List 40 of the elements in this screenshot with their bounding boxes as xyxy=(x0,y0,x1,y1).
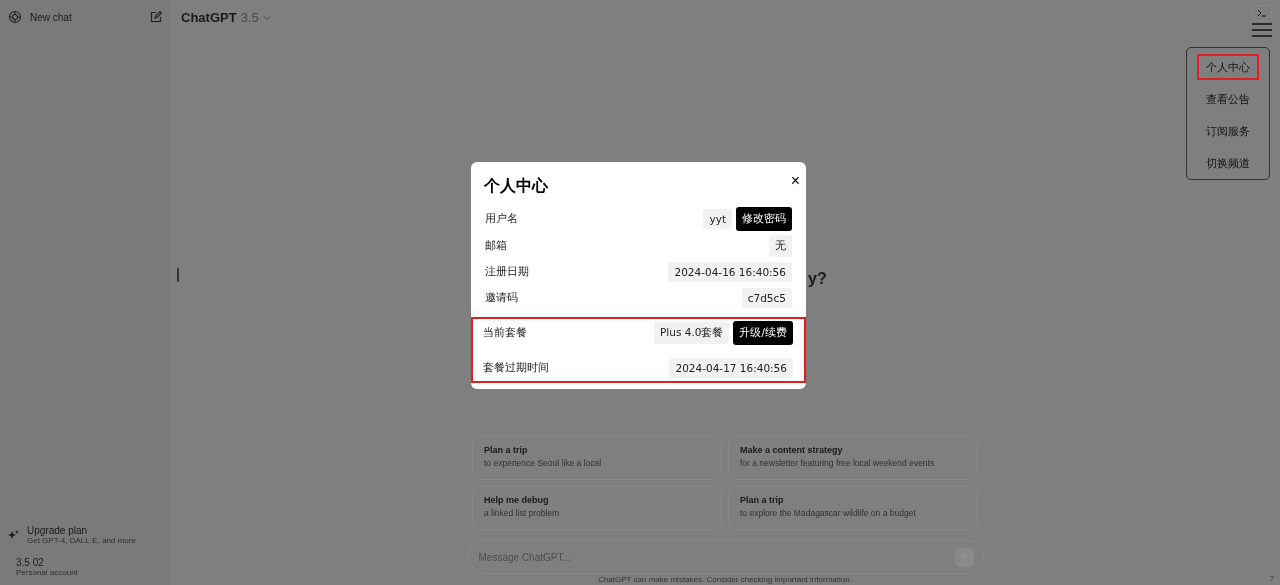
field-label: 当前套餐 xyxy=(483,326,527,340)
menu-icon[interactable] xyxy=(1252,23,1272,37)
account-name[interactable]: 3.5 02 xyxy=(16,557,78,568)
upgrade-plan-title[interactable]: Upgrade plan xyxy=(27,525,136,536)
field-value: 2024-04-16 16:40:56 xyxy=(668,262,792,282)
logo-icon xyxy=(8,10,22,24)
field-label: 用户名 xyxy=(485,212,518,226)
suggestion-card[interactable]: Plan a trip to explore the Madagascar wildlife on a budget xyxy=(728,486,978,530)
field-label: 邮箱 xyxy=(485,239,507,253)
sidebar-toggle-handle[interactable] xyxy=(177,268,179,282)
field-label: 套餐过期时间 xyxy=(483,361,549,375)
new-chat-link[interactable]: New chat xyxy=(30,11,72,23)
action-button[interactable]: 升级/续费 xyxy=(733,321,793,345)
suggestion-card[interactable]: Help me debug a linked list problem xyxy=(472,486,722,530)
heading-text: y? xyxy=(808,270,827,288)
account-type: Personal account xyxy=(16,568,78,577)
close-button[interactable]: × xyxy=(790,172,800,190)
suggestion-card[interactable]: Make a content strategy for a newsletter featuring free local weekend events xyxy=(728,436,978,480)
chevron-down-icon xyxy=(262,14,271,21)
edit-icon[interactable] xyxy=(150,11,162,23)
field-value: 2024-04-17 16:40:56 xyxy=(669,358,793,378)
suggestion-card[interactable]: Plan a trip to experience Seoul like a local xyxy=(472,436,722,480)
field-value: c7d5c5 xyxy=(741,288,792,308)
sparkle-icon xyxy=(8,529,19,541)
action-button[interactable]: 修改密码 xyxy=(736,207,792,231)
menu-item[interactable]: 订阅服务 xyxy=(1197,118,1259,144)
field-label: 注册日期 xyxy=(485,265,529,279)
field-label: 邀请码 xyxy=(485,291,518,305)
menu-item[interactable]: 个人中心 xyxy=(1197,54,1259,80)
upgrade-plan-subtitle: Get GPT-4, DALL·E, and more xyxy=(27,536,136,545)
dialog-title: 个人中心 xyxy=(484,176,549,197)
disclaimer-text: ChatGPT can make mistakes. Consider checking important information. xyxy=(598,575,852,585)
help-button[interactable]: ? xyxy=(1269,574,1274,583)
field-value: yyt xyxy=(703,209,732,229)
field-value: Plus 4.0套餐 xyxy=(654,322,730,344)
terminal-icon xyxy=(1257,9,1267,17)
menu-item[interactable]: 切换频道 xyxy=(1197,150,1259,176)
menu-item[interactable]: 查看公告 xyxy=(1197,86,1259,112)
terminal-button[interactable] xyxy=(1252,5,1272,21)
field-value: 无 xyxy=(769,235,792,257)
